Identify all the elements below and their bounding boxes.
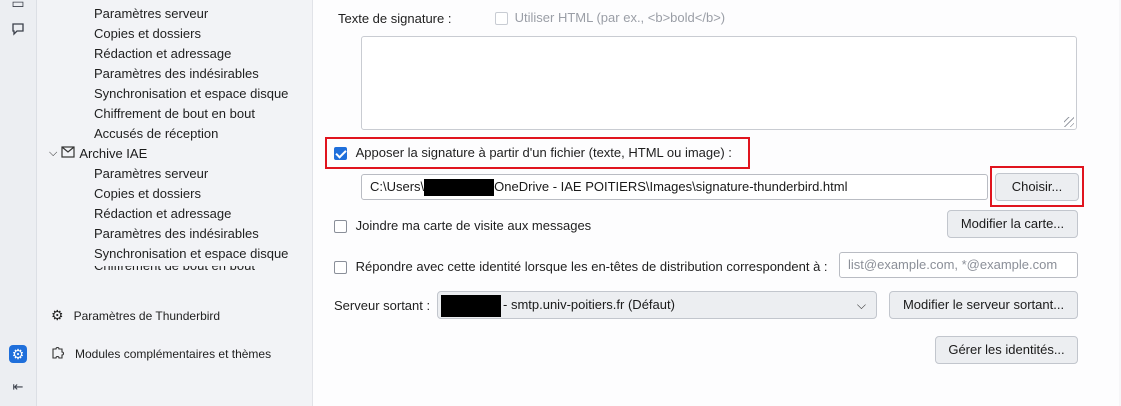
settings-gear-icon[interactable]: ⚙	[9, 345, 27, 363]
use-html-option: Utiliser HTML (par ex., <b>bold</b>)	[495, 10, 726, 26]
attach-signature-option[interactable]: Apposer la signature à partir d'un fichi…	[334, 145, 732, 161]
addons-link[interactable]: Modules complémentaires et thèmes	[51, 345, 271, 362]
edit-card-button[interactable]: Modifier la carte...	[947, 210, 1078, 238]
tree-item-server-settings-2[interactable]: Paramètres serveur	[94, 166, 208, 181]
attach-signature-checkbox[interactable]	[334, 147, 347, 161]
signature-file-path-input[interactable]: C:\Users\ OneDrive - IAE POITIERS\Images\…	[361, 174, 988, 200]
vcard-option[interactable]: Joindre ma carte de visite aux messages	[334, 218, 592, 234]
tree-item-e2e-2[interactable]: Chiffrement de bout en bout	[94, 266, 255, 274]
tree-item-sync-2[interactable]: Synchronisation et espace disque	[94, 246, 288, 261]
tree-item-receipts[interactable]: Accusés de réception	[94, 126, 218, 141]
file-path-suffix: OneDrive - IAE POITIERS\Images\signature…	[494, 179, 848, 194]
account-archive-iae[interactable]: ⌵ Archive IAE	[49, 146, 147, 161]
chat-icon[interactable]	[9, 20, 27, 38]
redacted-account	[441, 294, 501, 317]
redacted-username	[424, 179, 495, 197]
tree-item-composition-2[interactable]: Rédaction et adressage	[94, 206, 231, 221]
thunderbird-settings-label: Paramètres de Thunderbird	[73, 308, 221, 323]
reply-identity-label: Répondre avec cette identité lorsque les…	[355, 259, 828, 274]
reply-identity-input[interactable]: list@example.com, *@example.com	[839, 252, 1078, 278]
use-html-label: Utiliser HTML (par ex., <b>bold</b>)	[514, 10, 726, 25]
addons-label: Modules complémentaires et thèmes	[75, 346, 272, 361]
use-html-checkbox[interactable]	[495, 12, 508, 26]
signature-text-label: Texte de signature :	[338, 11, 452, 26]
choose-file-button[interactable]: Choisir...	[995, 173, 1079, 201]
signature-textarea[interactable]	[361, 36, 1077, 130]
gear-icon: ⚙	[51, 307, 64, 323]
tree-item-server-settings[interactable]: Paramètres serveur	[94, 6, 208, 21]
calendar-icon[interactable]: ▭	[9, 0, 27, 12]
tree-item-junk[interactable]: Paramètres des indésirables	[94, 66, 259, 81]
account-name: Archive IAE	[79, 146, 148, 161]
tree-item-e2e[interactable]: Chiffrement de bout en bout	[94, 106, 255, 121]
tree-item-copies-folders[interactable]: Copies et dossiers	[94, 26, 201, 41]
outgoing-server-value: - smtp.univ-poitiers.fr (Défaut)	[503, 297, 675, 312]
chevron-down-icon[interactable]: ⌵	[49, 147, 57, 160]
reply-identity-option[interactable]: Répondre avec cette identité lorsque les…	[334, 259, 828, 275]
chevron-down-icon: ⌵	[856, 298, 866, 312]
vcard-checkbox[interactable]	[334, 220, 347, 234]
resize-grip-icon[interactable]	[1064, 117, 1074, 127]
outgoing-server-select[interactable]: - smtp.univ-poitiers.fr (Défaut) ⌵	[437, 291, 877, 319]
puzzle-icon	[51, 345, 65, 362]
edit-smtp-button[interactable]: Modifier le serveur sortant...	[889, 291, 1078, 319]
tree-item-junk-2[interactable]: Paramètres des indésirables	[94, 226, 259, 241]
account-settings-sidebar: Paramètres serveur Copies et dossiers Ré…	[37, 0, 312, 406]
tree-item-composition[interactable]: Rédaction et adressage	[94, 46, 231, 61]
manage-identities-button[interactable]: Gérer les identités...	[935, 336, 1078, 364]
spaces-toolbar: ▭ ⚙ ⇤	[0, 0, 37, 406]
reply-identity-checkbox[interactable]	[334, 261, 347, 275]
thunderbird-settings-link[interactable]: ⚙ Paramètres de Thunderbird	[51, 307, 220, 324]
attach-signature-label: Apposer la signature à partir d'un fichi…	[355, 145, 732, 160]
mail-account-icon	[61, 146, 75, 161]
vcard-label: Joindre ma carte de visite aux messages	[355, 218, 592, 233]
collapse-toolbar-icon[interactable]: ⇤	[9, 378, 27, 396]
file-path-prefix: C:\Users\	[370, 179, 425, 194]
outgoing-server-label: Serveur sortant :	[334, 298, 431, 313]
tree-item-copies-folders-2[interactable]: Copies et dossiers	[94, 186, 201, 201]
tree-item-sync[interactable]: Synchronisation et espace disque	[94, 86, 288, 101]
